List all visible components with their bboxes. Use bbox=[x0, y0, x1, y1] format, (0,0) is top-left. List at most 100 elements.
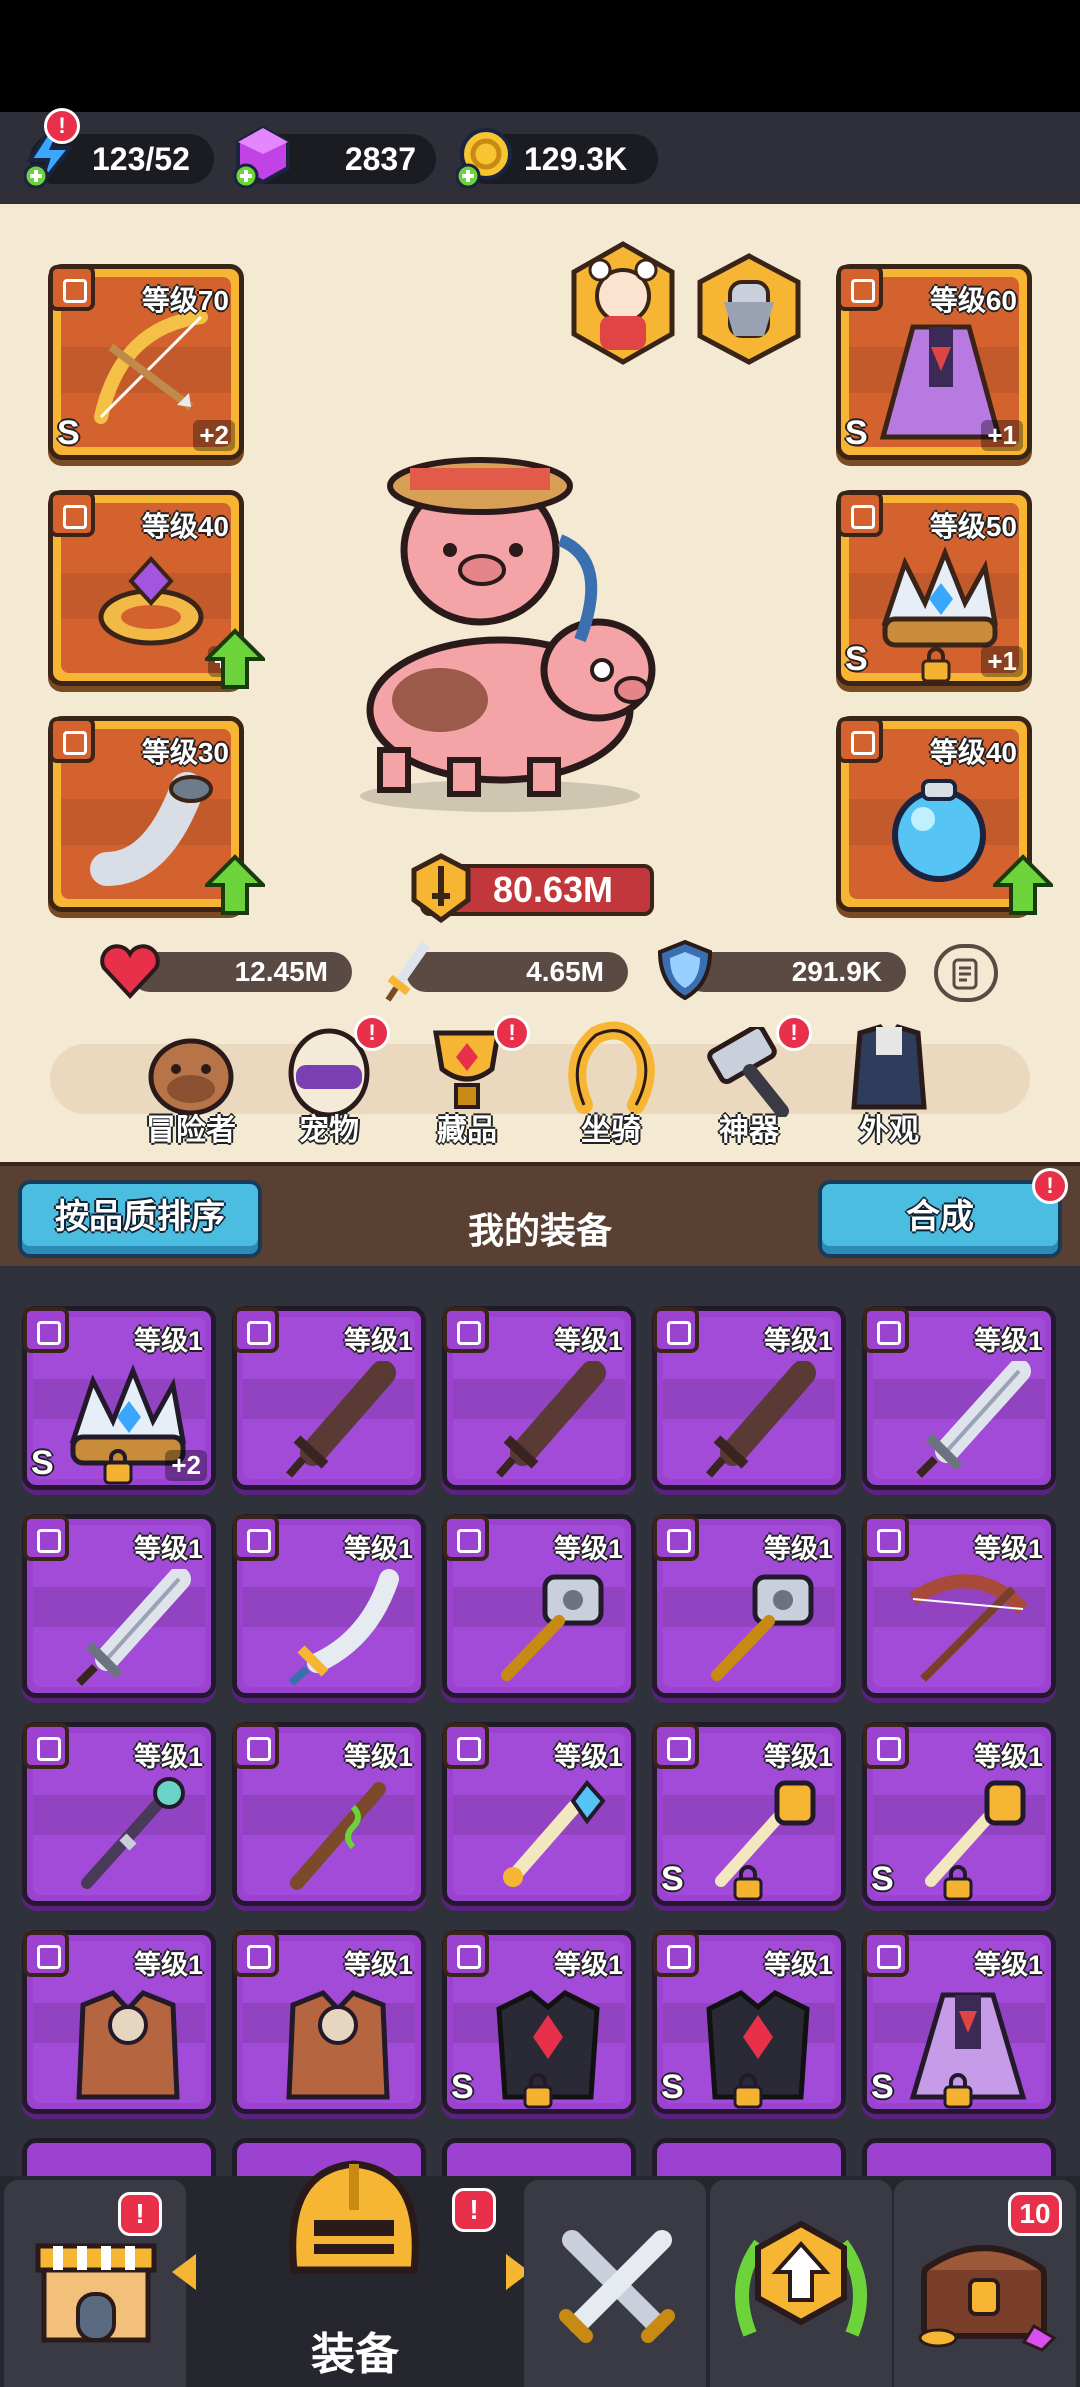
equipment-item[interactable]: 等级1 bbox=[232, 1306, 426, 1490]
item-level: 等级1 bbox=[553, 1742, 623, 1772]
hp-value: 12.45M bbox=[234, 956, 328, 987]
equipment-item[interactable]: 等级1 bbox=[442, 1722, 636, 1906]
equipment-item[interactable]: 等级1 bbox=[22, 1722, 216, 1906]
slot-type-icon bbox=[233, 1723, 279, 1769]
item-level: 等级1 bbox=[763, 1742, 833, 1772]
equipment-item-partial[interactable] bbox=[22, 2138, 216, 2178]
hp-stat: 12.45M bbox=[130, 952, 352, 992]
slot-type-icon bbox=[23, 1723, 69, 1769]
armor-slot[interactable]: 等级60 S +1 bbox=[836, 264, 1032, 460]
gem-value: 2837 bbox=[344, 141, 416, 177]
slot-type-icon bbox=[23, 1515, 69, 1561]
equipment-item[interactable]: 等级1 bbox=[232, 1514, 426, 1698]
hero-pig-character bbox=[360, 457, 656, 812]
equipment-item[interactable]: 等级1 bbox=[22, 1514, 216, 1698]
item-level: 等级1 bbox=[553, 1534, 623, 1564]
ring-slot[interactable]: 等级40 + bbox=[48, 490, 265, 689]
sort-by-quality-button[interactable]: 按品质排序 bbox=[18, 1180, 262, 1258]
nav-tab-battle[interactable] bbox=[524, 2180, 706, 2387]
weapon-slot[interactable]: 等级70 S +2 bbox=[48, 264, 244, 460]
equipment-item[interactable]: 等级1 bbox=[232, 1930, 426, 2114]
lock-icon bbox=[523, 2073, 553, 2109]
upgrade-icon bbox=[735, 2220, 867, 2337]
rarity-badge: S bbox=[845, 640, 868, 678]
menu-label: 坐骑 bbox=[581, 1114, 641, 1147]
item-level: 等级1 bbox=[763, 1950, 833, 1980]
equipment-item[interactable]: 等级1 bbox=[442, 1306, 636, 1490]
lock-icon bbox=[943, 1865, 973, 1901]
pet-portrait-icon[interactable] bbox=[568, 240, 678, 366]
staff-icon bbox=[81, 1777, 185, 1889]
equipment-item[interactable]: 等级1 bbox=[22, 1930, 216, 2114]
accessory-slot[interactable]: 等级40 bbox=[836, 716, 1053, 915]
accessory-level: 等级40 bbox=[929, 737, 1017, 768]
sword-icon bbox=[385, 941, 431, 1002]
rarity-badge: S bbox=[661, 2068, 684, 2106]
leather-armor-icon bbox=[76, 1990, 180, 2100]
menu-alert-badge: ! bbox=[776, 1015, 812, 1051]
equipment-item[interactable]: 等级1 bbox=[652, 1306, 846, 1490]
equipment-item[interactable]: 等级1 S bbox=[442, 1930, 636, 2114]
menu-alert-badge: ! bbox=[494, 1015, 530, 1051]
equipment-item[interactable]: 等级1 S bbox=[862, 1722, 1056, 1906]
item-level: 等级1 bbox=[133, 1326, 203, 1356]
lock-icon bbox=[733, 2073, 763, 2109]
mount-portrait-icon[interactable] bbox=[694, 252, 804, 366]
steel-sword-icon bbox=[916, 1361, 1031, 1478]
lock-icon bbox=[943, 2073, 973, 2109]
item-level: 等级1 bbox=[973, 1326, 1043, 1356]
slot-type-icon bbox=[233, 1307, 279, 1353]
nav-tab-upgrade[interactable] bbox=[710, 2180, 892, 2387]
enhance-badge: +2 bbox=[165, 1450, 207, 1481]
nav-tab-chest[interactable]: 10 bbox=[894, 2180, 1076, 2387]
leather-armor-icon bbox=[286, 1990, 390, 2100]
enhance-badge: +1 bbox=[981, 420, 1023, 451]
equipment-item[interactable]: 等级1 bbox=[442, 1514, 636, 1698]
menu-alert-badge: ! bbox=[354, 1015, 390, 1051]
necklace-slot[interactable]: 等级30 bbox=[48, 716, 265, 915]
equipment-item-partial[interactable] bbox=[862, 2138, 1056, 2178]
bow-icon bbox=[94, 310, 208, 424]
equipment-item[interactable]: 等级1 bbox=[862, 1306, 1056, 1490]
gold-counter[interactable]: 129.3K bbox=[455, 128, 658, 189]
equipment-item[interactable]: 等级1 S bbox=[652, 1930, 846, 2114]
equipment-item[interactable]: 等级1 bbox=[232, 1722, 426, 1906]
nav-tab-equipment[interactable]: ! 装备 bbox=[172, 2160, 530, 2387]
item-level: 等级1 bbox=[553, 1950, 623, 1980]
gem-icon bbox=[233, 125, 290, 189]
item-level: 等级1 bbox=[343, 1950, 413, 1980]
crown-icon bbox=[881, 546, 998, 648]
ice-wand-icon bbox=[503, 1779, 606, 1887]
equipment-item-partial[interactable] bbox=[652, 2138, 846, 2178]
equipment-item-partial[interactable] bbox=[442, 2138, 636, 2178]
orb-icon bbox=[892, 779, 986, 882]
energy-alert-badge: ! bbox=[44, 108, 80, 144]
helmet-slot[interactable]: 等级50 S +1 bbox=[836, 490, 1032, 686]
combat-power-value: 80.63M bbox=[492, 869, 614, 910]
equipment-item[interactable]: 等级1 S bbox=[652, 1722, 846, 1906]
equipment-item[interactable]: 等级1 S bbox=[862, 1930, 1056, 2114]
shield-icon bbox=[657, 939, 713, 1001]
energy-counter[interactable]: 123/52 ! bbox=[23, 108, 214, 189]
rarity-badge: S bbox=[451, 2068, 474, 2106]
chevron-left-icon[interactable] bbox=[170, 2252, 198, 2292]
lock-icon bbox=[921, 647, 951, 683]
slot-type-icon bbox=[443, 1307, 489, 1353]
armor-slot-type-icon bbox=[837, 265, 883, 311]
equipment-item[interactable]: 等级1 bbox=[652, 1514, 846, 1698]
rarity-badge: S bbox=[845, 414, 868, 452]
nav-tab-shop[interactable]: ! bbox=[4, 2180, 186, 2387]
equipment-item[interactable]: 等级1 S +2 bbox=[22, 1306, 216, 1490]
stats-detail-button[interactable] bbox=[934, 944, 998, 1002]
equipment-item[interactable]: 等级1 bbox=[862, 1514, 1056, 1698]
merge-button[interactable]: 合成 bbox=[818, 1180, 1062, 1258]
wood-sword-icon bbox=[495, 1361, 606, 1478]
upgrade-arrow-icon bbox=[205, 854, 265, 915]
menu-label: 外观 bbox=[859, 1114, 919, 1147]
item-level: 等级1 bbox=[343, 1326, 413, 1356]
bow-icon bbox=[909, 1574, 1028, 1682]
slot-type-icon bbox=[653, 1931, 699, 1977]
menu-label: 藏品 bbox=[437, 1114, 497, 1147]
chest-icon bbox=[918, 2245, 1057, 2352]
gem-counter[interactable]: 2837 bbox=[233, 125, 436, 189]
